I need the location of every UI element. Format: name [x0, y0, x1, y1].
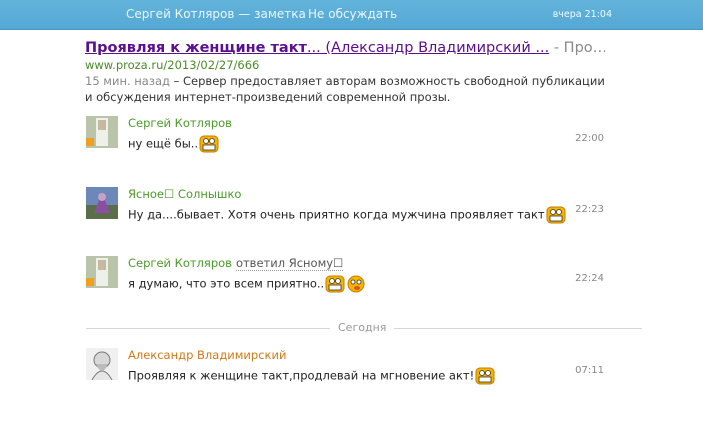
- author-name[interactable]: Александр Владимирский: [128, 348, 286, 362]
- avatar[interactable]: [86, 256, 118, 288]
- unfollow-link[interactable]: Не обсуждать: [308, 7, 397, 21]
- grin-smiley-icon: [325, 275, 345, 293]
- grin-smiley-icon: [475, 367, 495, 385]
- tongue-smiley-icon: [346, 275, 366, 293]
- comment-time: 22:24: [575, 273, 604, 284]
- comment-text: Проявляя к женщине такт,продлевай на мгн…: [128, 367, 495, 385]
- avatar[interactable]: [86, 187, 118, 219]
- comment-time: 22:23: [575, 204, 604, 215]
- reply-to-link[interactable]: ответил Ясному☐: [235, 256, 344, 271]
- avatar[interactable]: [86, 116, 118, 148]
- header-time: вчера 21:04: [552, 9, 612, 20]
- comment-text: ну ещё бы..: [128, 135, 219, 153]
- result-url[interactable]: www.proza.ru/2013/02/27/666: [85, 58, 605, 72]
- comment-text: Ну да....бывает. Хотя очень приятно когд…: [128, 206, 566, 224]
- note-title-link[interactable]: Сергей Котляров — заметка: [126, 7, 306, 21]
- top-bar: Сергей Котляров — заметка Не обсуждать в…: [0, 0, 703, 30]
- result-title-link[interactable]: Проявляя к женщине такт... (Александр Вл…: [85, 40, 605, 56]
- comment-time: 22:00: [575, 133, 604, 144]
- result-snippet: 15 мин. назад – Сервер предоставляет авт…: [85, 74, 605, 104]
- grin-smiley-icon: [199, 135, 219, 153]
- comment-text: я думаю, что это всем приятно..: [128, 275, 366, 293]
- author-name[interactable]: Сергей Котляров ответил Ясному☐: [128, 256, 344, 271]
- shared-link-result: Проявляя к женщине такт... (Александр Вл…: [85, 40, 605, 105]
- comment-time: 07:11: [575, 365, 604, 376]
- day-divider-label: Сегодня: [330, 321, 395, 334]
- avatar[interactable]: [86, 348, 118, 380]
- grin-smiley-icon: [546, 206, 566, 224]
- author-name[interactable]: Ясное☐ Солнышко: [128, 187, 241, 201]
- author-name[interactable]: Сергей Котляров: [128, 116, 232, 130]
